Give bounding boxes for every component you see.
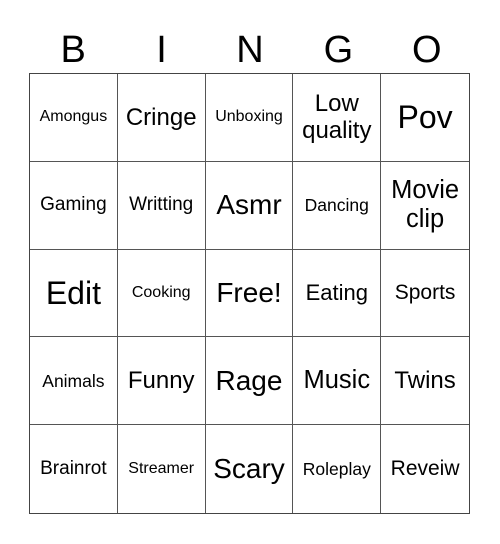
bingo-cell[interactable]: Animals [30,337,118,426]
bingo-cell[interactable]: Twins [381,337,469,426]
bingo-cell[interactable]: Edit [30,249,118,338]
header-letter-i: I [156,29,167,71]
header-letter-g: G [323,29,354,71]
bingo-cell[interactable]: Brainrot [30,425,118,513]
bingo-cell[interactable]: Eating [293,249,382,338]
bingo-cell[interactable]: Asmr [205,161,294,250]
header-letter-b: B [60,29,86,71]
bingo-cell[interactable]: Unboxing [205,74,294,162]
bingo-cell[interactable]: Reveiw [381,425,469,513]
bingo-cell[interactable]: Free! [205,249,294,338]
bingo-grid: Amongus Cringe Unboxing Low quality Pov … [29,73,470,514]
bingo-header: B I N G O [29,28,471,72]
bingo-cell[interactable]: Music [293,337,382,426]
bingo-cell[interactable]: Streamer [118,425,206,513]
bingo-cell[interactable]: Amongus [30,74,118,162]
bingo-cell[interactable]: Pov [381,74,469,162]
bingo-cell[interactable]: Dancing [293,161,382,250]
bingo-cell[interactable]: Sports [381,250,469,338]
bingo-cell[interactable]: Rage [205,337,294,426]
bingo-cell[interactable]: Funny [117,337,206,426]
bingo-cell[interactable]: Movie clip [381,162,469,250]
bingo-cell[interactable]: Cooking [117,249,206,338]
bingo-cell[interactable]: Roleplay [293,425,382,513]
bingo-cell[interactable]: Cringe [117,74,206,162]
bingo-cell[interactable]: Writting [117,161,206,250]
bingo-cell[interactable]: Low quality [293,74,382,162]
bingo-cell[interactable]: Gaming [30,161,118,250]
header-letter-n: N [236,29,264,71]
bingo-cell[interactable]: Scary [206,425,294,513]
header-letter-o: O [411,29,442,71]
